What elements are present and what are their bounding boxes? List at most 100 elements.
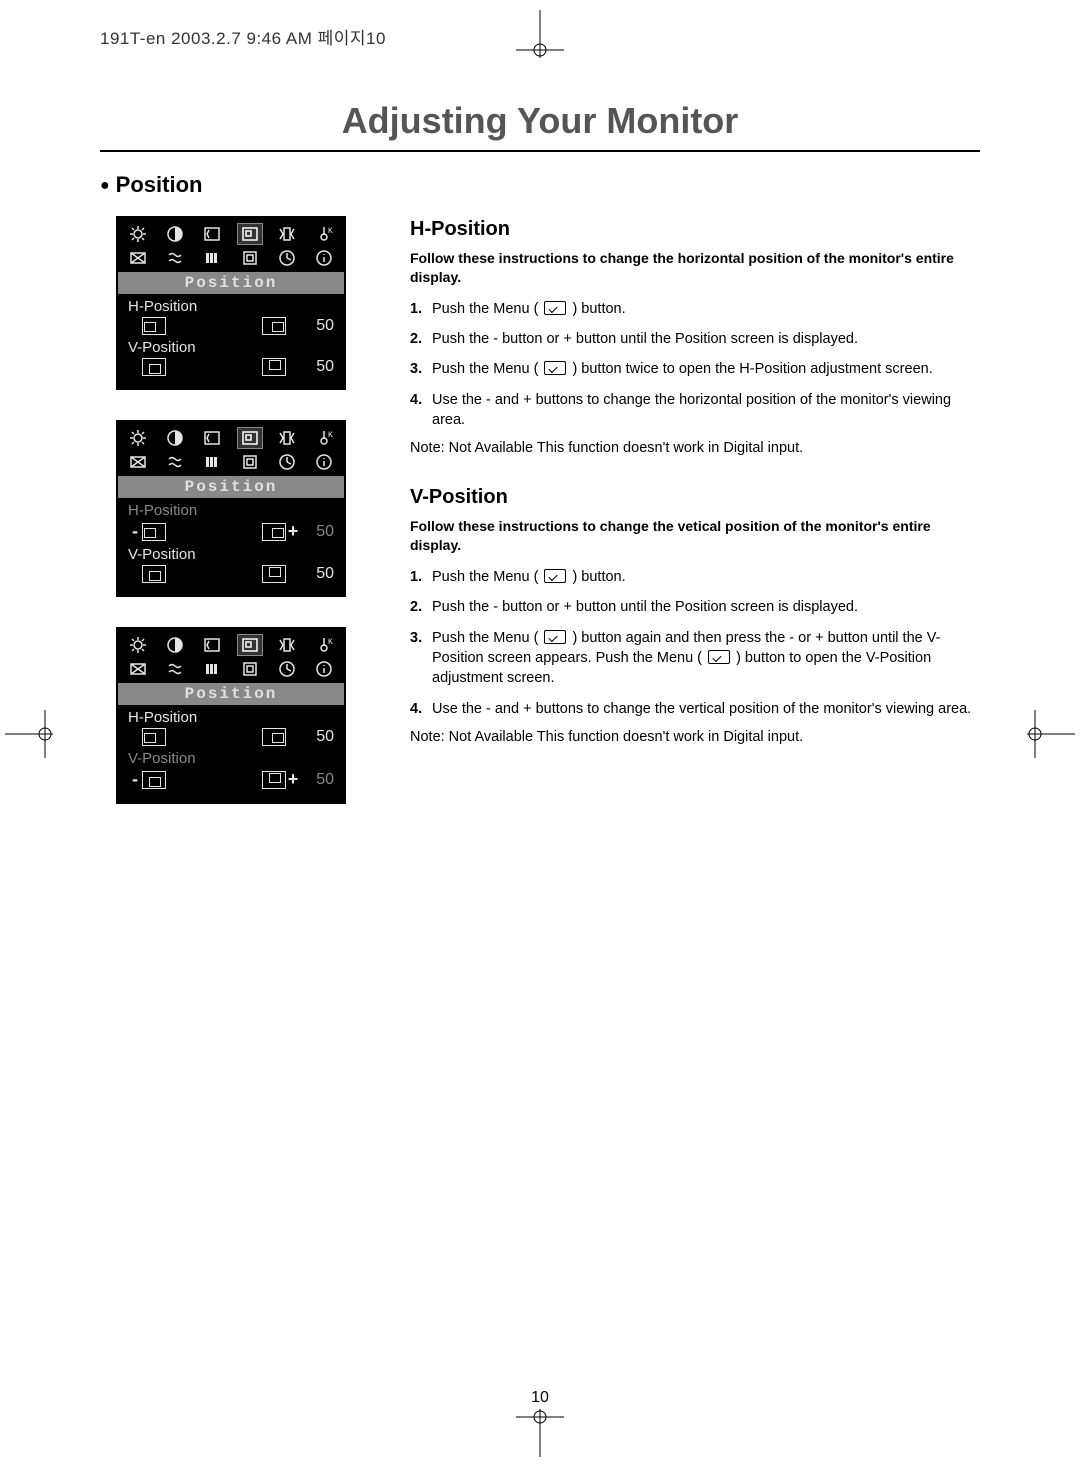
osd-menu-icon [126, 224, 150, 244]
h-position-heading: H-Position [410, 218, 980, 241]
crop-mark-bottom [516, 1409, 564, 1457]
osd-pos-icon [262, 523, 286, 541]
osd-row-values: -+50 [128, 519, 334, 546]
osd-menu-icon [126, 635, 150, 655]
osd-pos-icon [262, 728, 286, 746]
page-number: 10 [531, 1389, 549, 1407]
osd-menu-icon [238, 224, 262, 244]
osd-menu-icon [200, 428, 224, 448]
osd-menu-icon: K [312, 635, 336, 655]
osd-pos-icon [262, 565, 286, 583]
menu-button-icon [544, 630, 566, 644]
osd-pos-icon [262, 317, 286, 335]
osd-menu-icon [200, 452, 224, 472]
osd-menu-icon [312, 452, 336, 472]
osd-menu-icon: K [312, 224, 336, 244]
svg-text:K: K [328, 227, 333, 236]
osd-menu-icon [163, 659, 187, 679]
osd-pos-icon [142, 565, 166, 583]
osd-row-values: 50 [128, 315, 334, 339]
menu-button-icon [544, 361, 566, 375]
osd-menu-icon [163, 428, 187, 448]
h-position-intro: Follow these instructions to change the … [410, 249, 980, 287]
osd-menu-icon [238, 635, 262, 655]
osd-panel: K Position H-Position-+50V-Position50 [116, 420, 346, 597]
crop-mark-top [516, 10, 564, 58]
svg-text:K: K [328, 431, 333, 440]
osd-menu-icon [275, 428, 299, 448]
osd-row-label: V-Position [128, 546, 334, 563]
osd-row-label: H-Position [128, 502, 334, 519]
step-item: Use the - and + buttons to change the ho… [410, 390, 980, 431]
osd-menu-icon [238, 428, 262, 448]
osd-menu-icon [163, 452, 187, 472]
v-position-intro: Follow these instructions to change the … [410, 517, 980, 555]
osd-title: Position [118, 476, 344, 498]
step-item: Push the Menu ( ) button. [410, 567, 980, 587]
osd-pos-icon [142, 358, 166, 376]
osd-pos-icon [142, 317, 166, 335]
osd-menu-icon [200, 248, 224, 268]
osd-menu-icon [163, 635, 187, 655]
crop-mark-left [5, 710, 53, 758]
svg-text:K: K [328, 638, 333, 647]
page-title: Adjusting Your Monitor [100, 100, 980, 152]
osd-panel: KPositionH-Position50V-Position50 [116, 216, 346, 390]
step-item: Push the Menu ( ) button again and then … [410, 628, 980, 689]
osd-menu-icon [238, 659, 262, 679]
osd-row-values: 50 [128, 356, 334, 380]
osd-title: Position [118, 272, 344, 294]
crop-mark-right [1027, 710, 1075, 758]
osd-pos-icon [262, 771, 286, 789]
osd-menu-icon [275, 248, 299, 268]
menu-button-icon [544, 569, 566, 583]
v-position-heading: V-Position [410, 486, 980, 509]
osd-menu-icon [200, 635, 224, 655]
osd-pos-icon [142, 728, 166, 746]
instructions-column: H-Position Follow these instructions to … [410, 216, 980, 834]
osd-menu-icon [275, 635, 299, 655]
step-item: Push the Menu ( ) button. [410, 299, 980, 319]
osd-menu-icon [238, 452, 262, 472]
osd-pos-icon [142, 771, 166, 789]
v-position-note: Note: Not Available This function doesn'… [410, 729, 980, 745]
osd-screenshots-column: KPositionH-Position50V-Position50KPositi… [100, 216, 380, 834]
print-header: 191T-en 2003.2.7 9:46 AM 페이지10 [100, 24, 386, 49]
osd-menu-icon [275, 452, 299, 472]
h-position-note: Note: Not Available This function doesn'… [410, 440, 980, 456]
osd-menu-icon [312, 248, 336, 268]
osd-menu-icon [126, 428, 150, 448]
osd-row-label: H-Position [128, 298, 334, 315]
osd-menu-icon [275, 659, 299, 679]
osd-row-label: V-Position [128, 339, 334, 356]
osd-title: Position [118, 683, 344, 705]
step-item: Push the Menu ( ) button twice to open t… [410, 359, 980, 379]
osd-menu-icon [200, 659, 224, 679]
osd-menu-icon [312, 659, 336, 679]
section-heading-position: Position [100, 172, 980, 198]
step-item: Use the - and + buttons to change the ve… [410, 699, 980, 719]
menu-button-icon [708, 650, 730, 664]
step-item: Push the - button or + button until the … [410, 329, 980, 349]
osd-panel: K Position H-Position50V-Position-+50 [116, 627, 346, 804]
step-item: Push the - button or + button until the … [410, 597, 980, 617]
osd-menu-icon: K [312, 428, 336, 448]
osd-menu-icon [163, 248, 187, 268]
osd-menu-icon [200, 224, 224, 244]
osd-row-label: H-Position [128, 709, 334, 726]
menu-button-icon [544, 301, 566, 315]
h-position-steps: Push the Menu ( ) button. Push the - butt… [410, 299, 980, 430]
osd-menu-icon [126, 659, 150, 679]
osd-pos-icon [142, 523, 166, 541]
v-position-steps: Push the Menu ( ) button. Push the - butt… [410, 567, 980, 719]
osd-menu-icon [275, 224, 299, 244]
osd-row-values: 50 [128, 726, 334, 750]
osd-menu-icon [126, 248, 150, 268]
osd-menu-icon [238, 248, 262, 268]
osd-row-values: -+50 [128, 767, 334, 794]
osd-pos-icon [262, 358, 286, 376]
osd-menu-icon [126, 452, 150, 472]
osd-row-label: V-Position [128, 750, 334, 767]
osd-row-values: 50 [128, 563, 334, 587]
osd-menu-icon [163, 224, 187, 244]
